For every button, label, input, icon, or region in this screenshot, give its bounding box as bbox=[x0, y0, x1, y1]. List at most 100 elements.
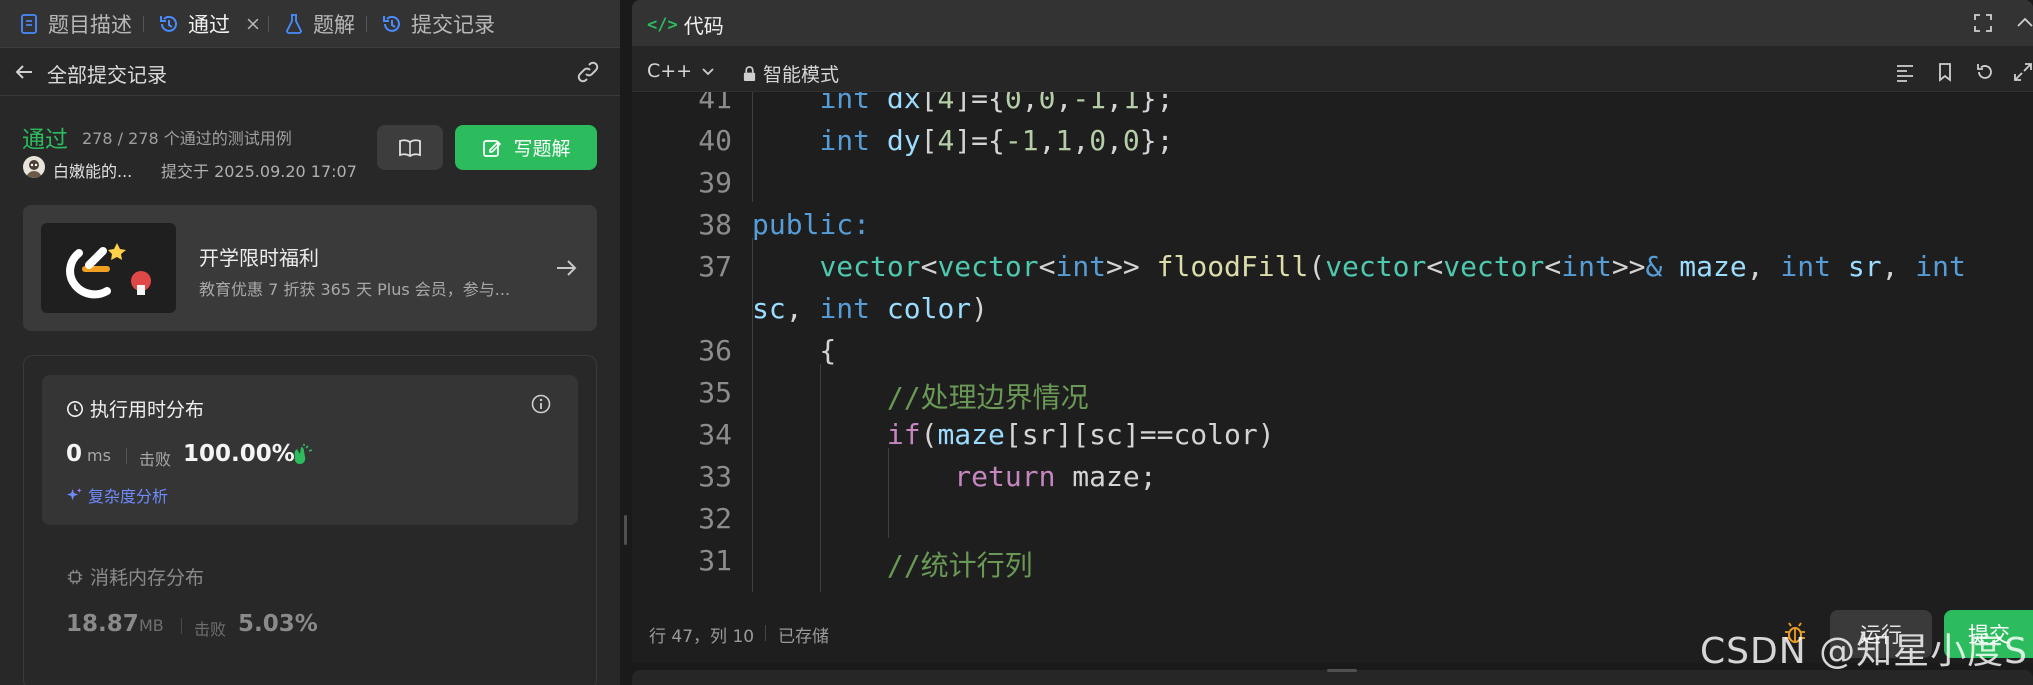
lock-icon bbox=[743, 66, 756, 81]
bookmark-icon[interactable] bbox=[1934, 61, 1956, 83]
tab-divider bbox=[366, 16, 367, 32]
avatar-image bbox=[26, 160, 42, 178]
statusbar-divider bbox=[765, 625, 766, 641]
tab-divider bbox=[268, 16, 269, 32]
memory-value: 18.87 bbox=[66, 611, 139, 637]
smart-mode-label: 智能模式 bbox=[763, 64, 840, 86]
leetcode-logo-icon bbox=[66, 243, 151, 299]
line-number: 32 bbox=[698, 502, 732, 535]
reset-icon[interactable] bbox=[1974, 61, 1996, 83]
promo-description: 教育优惠 7 折获 365 天 Plus 会员，参与... bbox=[199, 280, 511, 299]
code-icon: </> bbox=[647, 14, 678, 35]
runtime-unit: ms bbox=[87, 446, 111, 465]
language-label: C++ bbox=[647, 60, 693, 82]
line-number: 31 bbox=[698, 544, 732, 577]
link-icon[interactable] bbox=[575, 60, 601, 84]
status-accepted: 通过 bbox=[22, 127, 68, 153]
code-line: public: bbox=[752, 208, 871, 241]
tab-accepted-label: 通过 bbox=[188, 13, 230, 37]
chevron-down-icon bbox=[702, 68, 714, 76]
code-panel-title: </> 代码 bbox=[647, 10, 724, 39]
write-solution-button[interactable]: 写题解 bbox=[455, 125, 597, 170]
code-line: int dx[4]={0,0,-1,1}; bbox=[819, 92, 1174, 115]
saved-status: 已存储 bbox=[778, 627, 829, 647]
splitter-handle[interactable] bbox=[624, 515, 627, 545]
tab-description-label: 题目描述 bbox=[48, 13, 132, 37]
runtime-title-label: 执行用时分布 bbox=[90, 399, 205, 421]
cursor-position: 行 47，列 10 bbox=[649, 627, 755, 647]
document-icon bbox=[21, 14, 37, 34]
memory-unit: MB bbox=[139, 616, 164, 635]
tab-divider bbox=[143, 16, 144, 32]
line-number: 39 bbox=[698, 166, 732, 199]
watermark: CSDN @知星小度S bbox=[1700, 631, 2028, 672]
runtime-value: 0 bbox=[66, 441, 83, 467]
arrow-left-icon[interactable] bbox=[12, 60, 36, 84]
arrow-right-icon[interactable] bbox=[553, 255, 579, 281]
write-solution-label: 写题解 bbox=[513, 138, 571, 160]
tab-submissions-label: 提交记录 bbox=[411, 13, 495, 37]
code-line: if(maze[sr][sc]==color) bbox=[886, 418, 1275, 451]
line-number: 37 bbox=[698, 250, 732, 283]
line-number: 33 bbox=[698, 460, 732, 493]
open-book-button[interactable] bbox=[377, 125, 443, 170]
code-line: //处理边界情况 bbox=[886, 381, 1089, 414]
history-icon bbox=[383, 15, 400, 32]
code-line: //统计行列 bbox=[886, 549, 1033, 582]
sparkle-icon bbox=[66, 487, 82, 500]
submit-time: 提交于 2025.09.20 17:07 bbox=[161, 162, 357, 181]
tab-accepted[interactable]: 通过 bbox=[158, 0, 262, 48]
tab-solutions[interactable]: 题解 bbox=[283, 0, 355, 48]
runtime-beat-value: 100.00% bbox=[183, 441, 295, 467]
memory-title[interactable]: 消耗内存分布 bbox=[66, 563, 204, 590]
format-icon[interactable] bbox=[1894, 61, 1916, 83]
clock-icon bbox=[66, 400, 84, 417]
flask-icon bbox=[286, 14, 302, 34]
code-editor[interactable]: 41 40 39 38 37 36 35 34 33 32 31 int dx[… bbox=[632, 92, 2033, 592]
code-line: { bbox=[752, 334, 837, 367]
promo-title: 开学限时福利 bbox=[199, 246, 319, 270]
line-number: 40 bbox=[698, 124, 732, 157]
info-icon[interactable] bbox=[530, 393, 552, 415]
complexity-analysis-link[interactable]: 复杂度分析 bbox=[66, 483, 168, 507]
memory-beat-label: 击败 bbox=[194, 620, 227, 639]
chevron-up-icon[interactable] bbox=[2014, 12, 2033, 34]
line-number: 35 bbox=[698, 376, 732, 409]
clapping-hands-icon bbox=[294, 444, 313, 464]
memory-beat-value: 5.03% bbox=[238, 611, 318, 637]
avatar[interactable] bbox=[23, 156, 45, 178]
line-number: 38 bbox=[698, 208, 732, 241]
console-resize-handle[interactable] bbox=[1327, 669, 1357, 672]
history-icon bbox=[160, 15, 177, 32]
code-panel: </> 代码 C++ 智能模式 41 40 39 38 37 36 35 34 … bbox=[632, 0, 2033, 663]
line-number: 41 bbox=[698, 92, 732, 115]
edit-icon bbox=[483, 139, 502, 157]
memory-title-label: 消耗内存分布 bbox=[90, 567, 205, 589]
close-icon[interactable] bbox=[244, 15, 262, 33]
complexity-analysis-label: 复杂度分析 bbox=[88, 487, 169, 506]
panel-splitter[interactable] bbox=[620, 0, 630, 685]
code-panel-title-label: 代码 bbox=[683, 14, 724, 38]
runtime-divider bbox=[126, 448, 127, 464]
username[interactable]: 白嫩能的... bbox=[53, 158, 132, 182]
tab-submissions[interactable]: 提交记录 bbox=[381, 0, 495, 48]
fullscreen-icon[interactable] bbox=[1972, 12, 1994, 34]
code-line: vector<vector<int>> floodFill(vector<vec… bbox=[819, 250, 1966, 283]
memory-divider bbox=[181, 618, 182, 634]
runtime-title: 执行用时分布 bbox=[66, 395, 204, 422]
chip-icon bbox=[67, 569, 83, 584]
tab-solutions-label: 题解 bbox=[313, 13, 355, 37]
submission-subheader: 全部提交记录 bbox=[0, 48, 620, 96]
test-case-count: 278 / 278 个通过的测试用例 bbox=[82, 129, 292, 148]
promo-card[interactable]: 开学限时福利 教育优惠 7 折获 365 天 Plus 会员，参与... bbox=[23, 205, 597, 331]
expand-icon[interactable] bbox=[2012, 61, 2033, 83]
smart-mode-toggle[interactable]: 智能模式 bbox=[742, 60, 839, 87]
all-submissions-link[interactable]: 全部提交记录 bbox=[47, 59, 167, 88]
editor-toolbar bbox=[632, 46, 2033, 92]
language-select[interactable]: C++ bbox=[647, 60, 716, 82]
runtime-beat-label: 击败 bbox=[139, 450, 172, 469]
tab-description[interactable]: 题目描述 bbox=[18, 0, 132, 48]
code-line: sc, int color) bbox=[752, 292, 989, 325]
promo-image bbox=[41, 223, 176, 313]
code-line: return maze; bbox=[954, 460, 1157, 493]
